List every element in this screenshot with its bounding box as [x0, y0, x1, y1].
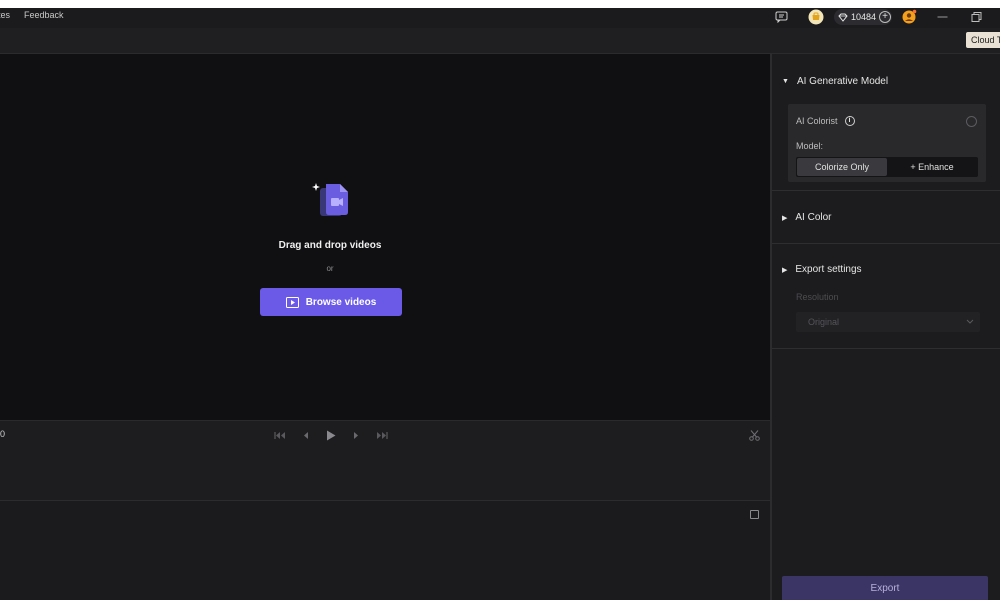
divider [772, 243, 1000, 244]
scissors-icon[interactable] [749, 429, 760, 441]
fit-timeline-icon[interactable] [750, 510, 759, 519]
toolbar [0, 28, 1000, 54]
section-title: AI Color [795, 212, 832, 223]
export-button[interactable]: Export [782, 576, 988, 600]
section-ai-generative-model[interactable]: ▼ AI Generative Model [782, 76, 888, 87]
section-export-settings[interactable]: ▶ Export settings [782, 264, 862, 275]
minimize-icon[interactable] [937, 10, 948, 24]
credits-balance[interactable]: 10484 + [834, 9, 892, 25]
model-option-enhance[interactable]: + Enhance [887, 158, 977, 176]
section-title: Export settings [795, 264, 862, 275]
divider [772, 348, 1000, 349]
resolution-label: Resolution [796, 292, 839, 302]
ai-colorist-card: AI Colorist i Model: Colorize Only + Enh… [788, 104, 986, 182]
resolution-value: Original [808, 317, 840, 327]
credits-count: 10484 [851, 12, 877, 22]
window-top-margin [0, 0, 1000, 8]
current-time: 0 [0, 429, 6, 439]
model-selector: Colorize Only + Enhance [796, 157, 978, 177]
settings-panel: ▼ AI Generative Model AI Colorist i Mode… [770, 54, 1000, 600]
video-preview-area[interactable]: Drag and drop videos or Browse videos [0, 54, 770, 420]
section-ai-color[interactable]: ▶ AI Color [782, 212, 832, 223]
browse-videos-label: Browse videos [305, 296, 377, 308]
timeline[interactable] [0, 500, 770, 600]
divider [772, 190, 1000, 191]
skip-to-start-icon[interactable] [274, 429, 286, 441]
avatar[interactable] [901, 9, 917, 24]
video-file-icon [310, 180, 354, 220]
cloud-tooltip: Cloud T [966, 32, 1000, 48]
model-option-colorize-only[interactable]: Colorize Only [797, 158, 887, 176]
browse-videos-button[interactable]: Browse videos [260, 288, 402, 316]
menu-item-templates[interactable]: tes [0, 10, 10, 20]
message-icon[interactable] [775, 10, 788, 24]
caret-down-icon: ▼ [782, 78, 789, 85]
menu-item-feedback[interactable]: Feedback [24, 10, 64, 20]
skip-to-end-icon[interactable] [376, 429, 388, 441]
play-icon[interactable] [326, 429, 336, 441]
shop-icon[interactable] [808, 9, 824, 25]
playback-controls: 0 [0, 420, 770, 500]
restore-icon[interactable] [971, 10, 982, 24]
previous-frame-icon[interactable] [302, 429, 309, 441]
model-label: Model: [796, 141, 824, 151]
chevron-down-icon [966, 312, 974, 339]
ai-colorist-row: AI Colorist i [796, 116, 855, 126]
video-play-icon [285, 296, 299, 308]
ai-colorist-label: AI Colorist [796, 116, 838, 126]
info-icon[interactable]: i [844, 116, 855, 126]
drop-title: Drag and drop videos [278, 240, 382, 251]
resolution-select[interactable]: Original [796, 312, 980, 332]
title-bar: tes Feedback 10484 + [0, 8, 1000, 28]
caret-right-icon: ▶ [782, 214, 788, 222]
caret-right-icon: ▶ [782, 266, 788, 274]
diamond-icon [838, 13, 848, 22]
or-separator: or [326, 264, 334, 273]
ai-colorist-toggle[interactable] [966, 116, 977, 127]
next-frame-icon[interactable] [353, 429, 360, 441]
add-credits-icon[interactable]: + [879, 11, 892, 23]
section-title: AI Generative Model [796, 76, 889, 87]
